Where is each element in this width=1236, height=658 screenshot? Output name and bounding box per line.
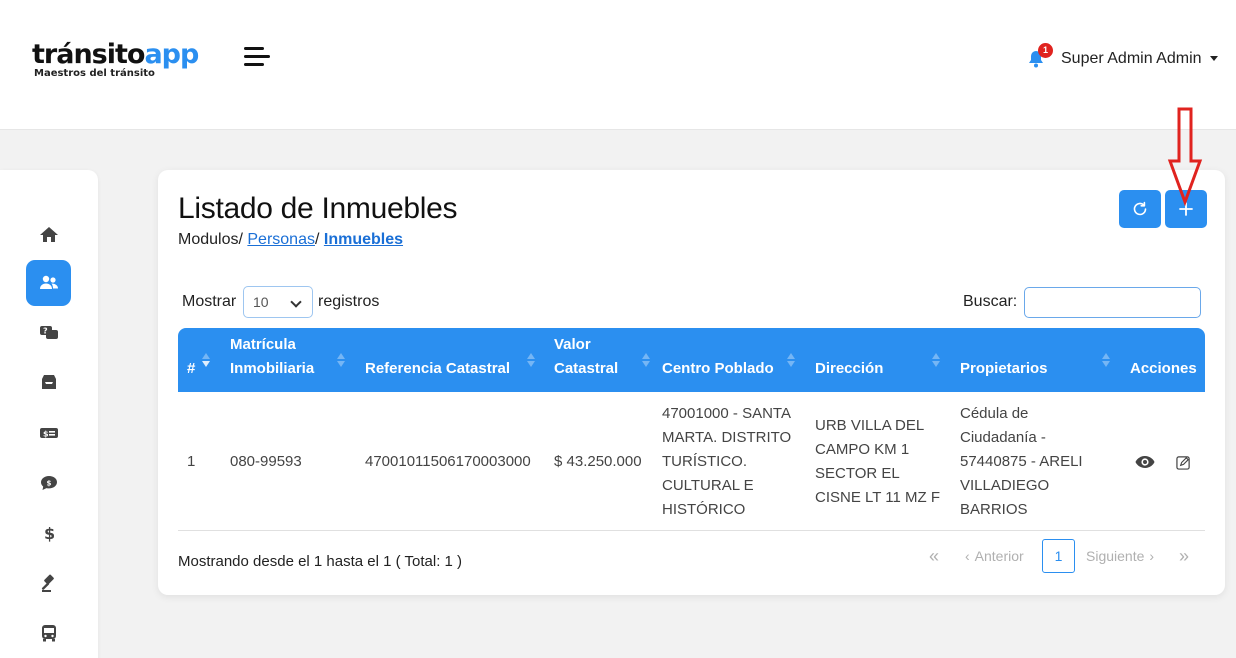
- sidebar-item-juridico[interactable]: [26, 560, 71, 606]
- svg-text:$: $: [44, 524, 55, 543]
- notification-badge: 1: [1038, 43, 1053, 58]
- user-menu-dropdown[interactable]: Super Admin Admin: [1061, 50, 1218, 68]
- sort-icon: [642, 353, 650, 367]
- previous-label: Anterior: [974, 548, 1024, 564]
- svg-text:?: ?: [43, 327, 48, 336]
- sidebar-item-home[interactable]: [26, 212, 71, 258]
- logo-app-text: app: [144, 39, 199, 70]
- inmuebles-card: Listado de Inmuebles Modulos/ Personas/ …: [158, 170, 1225, 595]
- page-size-select[interactable]: 10: [243, 286, 313, 318]
- cell-matricula: 080-99593: [230, 452, 302, 470]
- page-title: Listado de Inmuebles: [178, 192, 458, 225]
- cell-direccion: URB VILLA DEL CAMPO KM 1 SECTOR EL CISNE…: [815, 416, 941, 506]
- sidebar: ? $ $ $: [0, 170, 98, 658]
- home-icon: [39, 227, 58, 242]
- column-header-valor[interactable]: Valor Catastral: [554, 328, 634, 392]
- bus-icon: [41, 625, 56, 642]
- pagination-info: Mostrando desde el 1 hasta el 1 ( Total:…: [178, 553, 463, 570]
- cell-propietarios: Cédula de Ciudadanía - 57440875 - ARELI …: [960, 404, 1083, 518]
- inbox-icon: [41, 375, 56, 389]
- breadcrumb-root: Modulos/: [178, 231, 243, 248]
- breadcrumb: Modulos/ Personas/ Inmuebles: [178, 231, 403, 249]
- sidebar-item-personas[interactable]: [26, 260, 71, 306]
- sort-icon: [202, 353, 210, 367]
- breadcrumb-inmuebles-link[interactable]: Inmuebles: [324, 231, 403, 248]
- column-header-acciones: Acciones: [1130, 360, 1197, 377]
- gavel-icon: [41, 574, 54, 592]
- question-chat-icon: ?: [39, 326, 58, 339]
- search-input[interactable]: [1024, 287, 1201, 318]
- sort-icon: [932, 353, 940, 367]
- chevron-right-icon: ›: [1149, 548, 1155, 564]
- next-label: Siguiente: [1086, 548, 1145, 564]
- cell-centro-poblado: 47001000 - SANTA MARTA. DISTRITO TURÍSTI…: [662, 404, 792, 518]
- sidebar-item-cobros[interactable]: $: [26, 460, 71, 506]
- cell-valor: $ 43.250.000: [554, 452, 642, 470]
- column-header-centro[interactable]: Centro Poblado: [662, 328, 774, 392]
- top-navbar: tránsitoapp Maestros del tránsito 1 Supe…: [0, 0, 1236, 130]
- column-header-matricula[interactable]: Matrícula Inmobiliaria: [230, 328, 340, 392]
- table-row: 1 080-99593 47001011506170003000 $ 43.25…: [178, 392, 1205, 531]
- logo-text: tránsitoapp: [32, 39, 199, 70]
- table-header: # Matrícula Inmobiliaria Referencia Cata…: [178, 328, 1205, 392]
- column-header-propietarios[interactable]: Propietarios: [960, 328, 1048, 392]
- chevron-down-icon: [290, 296, 302, 308]
- next-page-button[interactable]: Siguiente ›: [1086, 539, 1154, 573]
- sidebar-item-finanzas[interactable]: $: [26, 510, 71, 556]
- menu-toggle-icon[interactable]: [244, 47, 270, 69]
- show-entries-label: Mostrar: [182, 293, 237, 310]
- app-logo[interactable]: tránsitoapp Maestros del tránsito: [32, 39, 199, 80]
- svg-text:$: $: [46, 480, 51, 488]
- annotation-arrow-icon: [1167, 107, 1203, 206]
- cell-num: 1: [187, 452, 196, 470]
- view-eye-icon[interactable]: [1135, 454, 1155, 470]
- sort-icon: [787, 353, 795, 367]
- logo-main-text: tránsito: [32, 39, 145, 70]
- last-page-button[interactable]: »: [1179, 539, 1189, 573]
- caret-down-icon: [1209, 56, 1218, 62]
- refresh-button[interactable]: [1119, 190, 1161, 228]
- comment-dollar-icon: $: [40, 476, 57, 490]
- dollar-icon: $: [44, 524, 55, 543]
- previous-page-button[interactable]: ‹ Anterior: [965, 539, 1024, 573]
- column-header-num[interactable]: #: [187, 328, 195, 392]
- search-label: Buscar:: [963, 293, 1018, 310]
- money-bill-icon: $: [39, 428, 58, 439]
- user-name: Super Admin Admin: [1061, 50, 1202, 67]
- breadcrumb-separator: /: [314, 231, 320, 248]
- sort-icon: [337, 353, 345, 367]
- breadcrumb-personas-link[interactable]: Personas: [247, 231, 315, 248]
- first-page-button[interactable]: «: [929, 539, 939, 573]
- users-icon: [39, 275, 58, 289]
- show-entries-suffix: registros: [318, 293, 380, 310]
- edit-icon[interactable]: [1176, 455, 1191, 470]
- page-button-1[interactable]: 1: [1042, 539, 1075, 573]
- sidebar-item-bandeja[interactable]: [26, 360, 71, 406]
- sort-icon: [527, 353, 535, 367]
- svg-text:$: $: [43, 430, 49, 439]
- chevron-left-icon: ‹: [965, 548, 970, 564]
- cell-referencia: 47001011506170003000: [365, 452, 531, 470]
- column-header-direccion[interactable]: Dirección: [815, 328, 883, 392]
- sidebar-item-transporte[interactable]: [26, 610, 71, 656]
- inmuebles-table: # Matrícula Inmobiliaria Referencia Cata…: [178, 328, 1205, 531]
- sidebar-item-preguntas[interactable]: ?: [26, 310, 71, 356]
- sort-icon: [1102, 353, 1110, 367]
- sidebar-item-pagos[interactable]: $: [26, 410, 71, 456]
- page-size-value: 10: [253, 294, 269, 310]
- column-header-referencia[interactable]: Referencia Catastral: [365, 328, 510, 392]
- refresh-icon: [1133, 201, 1147, 216]
